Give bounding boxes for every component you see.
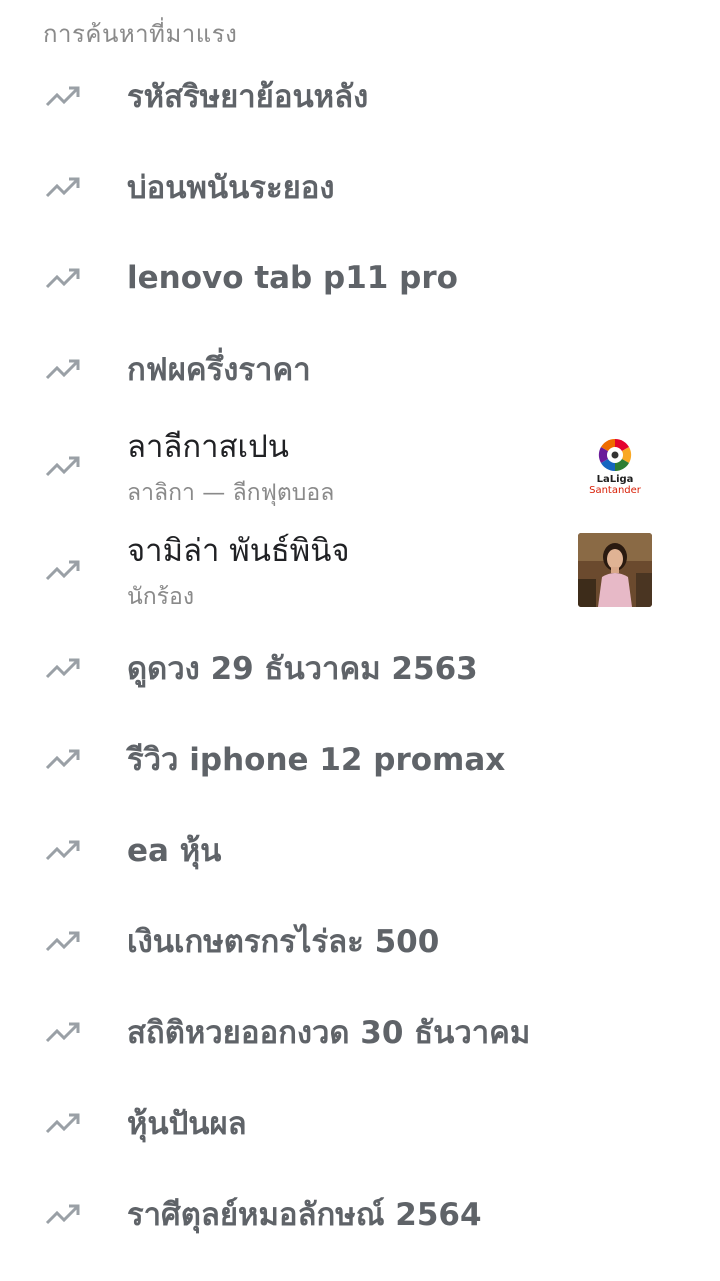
trend-subtitle: ลาลิกา — ลีกฟุตบอล — [127, 480, 335, 506]
trend-item[interactable]: ราศีตุลย์หมอลักษณ์ 2564 — [0, 1168, 720, 1259]
person-photo — [578, 533, 652, 607]
trend-item[interactable]: รีวิว iphone 12 promax — [0, 713, 720, 804]
trend-item[interactable]: กฟผครึ่งราคา — [0, 323, 720, 414]
trend-title: บ่อนพนันระยอง — [127, 169, 335, 206]
logo-line1: LaLiga — [596, 473, 634, 485]
trend-title: รหัสริษยาย้อนหลัง — [127, 78, 369, 115]
laliga-logo: LaLiga Santander — [578, 429, 652, 503]
trending-up-icon — [44, 556, 82, 584]
trend-item[interactable]: บ่อนพนันระยอง — [0, 141, 720, 232]
trend-title: หุ้นปันผล — [127, 1105, 247, 1142]
trend-item[interactable]: ลาลีกาสเปน ลาลิกา — ลีกฟุตบอล LaLiga San… — [0, 414, 720, 518]
trend-title: สถิติหวยออกงวด 30 ธันวาคม — [127, 1014, 531, 1051]
trending-up-icon — [44, 355, 82, 383]
trend-title: lenovo tab p11 pro — [127, 259, 458, 296]
trend-subtitle: นักร้อง — [127, 584, 195, 610]
trend-title: กฟผครึ่งราคา — [127, 351, 311, 388]
trend-title: ลาลีกาสเปน — [127, 429, 289, 465]
trend-item[interactable]: lenovo tab p11 pro — [0, 232, 720, 323]
trending-list: รหัสริษยาย้อนหลัง บ่อนพนันระยอง lenovo t… — [0, 50, 720, 1259]
trend-title: ดูดวง 29 ธันวาคม 2563 — [127, 650, 478, 687]
soccer-ball-icon — [598, 438, 632, 471]
trend-item[interactable]: หุ้นปันผล — [0, 1077, 720, 1168]
trend-item[interactable]: รหัสริษยาย้อนหลัง — [0, 50, 720, 141]
trending-up-icon — [44, 1200, 82, 1228]
trending-up-icon — [44, 654, 82, 682]
trend-item[interactable]: เงินเกษตรกรไร่ละ 500 — [0, 895, 720, 986]
trending-up-icon — [44, 264, 82, 292]
trend-item[interactable]: จามิล่า พันธ์พินิจ นักร้อง — [0, 518, 720, 622]
trend-title: ea หุ้น — [127, 832, 222, 869]
trending-up-icon — [44, 82, 82, 110]
trend-title: เงินเกษตรกรไร่ละ 500 — [127, 923, 440, 960]
trend-title: ราศีตุลย์หมอลักษณ์ 2564 — [127, 1196, 482, 1233]
trend-item[interactable]: สถิติหวยออกงวด 30 ธันวาคม — [0, 986, 720, 1077]
trending-up-icon — [44, 745, 82, 773]
trending-up-icon — [44, 836, 82, 864]
trending-up-icon — [44, 927, 82, 955]
trending-up-icon — [44, 1018, 82, 1046]
trend-title: จามิล่า พันธ์พินิจ — [127, 533, 350, 569]
trend-item[interactable]: ดูดวง 29 ธันวาคม 2563 — [0, 622, 720, 713]
logo-line2: Santander — [589, 484, 641, 496]
section-title: การค้นหาที่มาแรง — [43, 20, 238, 48]
trending-up-icon — [44, 1109, 82, 1137]
trend-title: รีวิว iphone 12 promax — [127, 741, 506, 778]
trending-up-icon — [44, 173, 82, 201]
trending-up-icon — [44, 452, 82, 480]
trend-item[interactable]: ea หุ้น — [0, 804, 720, 895]
